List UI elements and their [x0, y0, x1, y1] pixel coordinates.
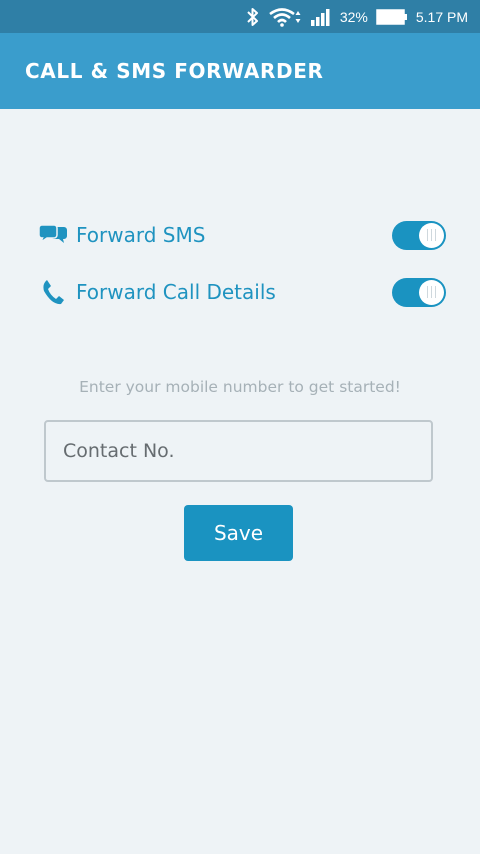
wifi-icon — [268, 7, 302, 27]
phone-icon — [38, 278, 68, 306]
battery-icon — [376, 8, 408, 25]
status-time: 5.17 PM — [415, 8, 468, 25]
forward-sms-toggle[interactable] — [392, 220, 446, 250]
chat-bubbles-icon — [38, 221, 68, 249]
grip-icon — [427, 286, 436, 298]
grip-icon — [427, 229, 436, 241]
contact-number-input[interactable] — [44, 420, 433, 482]
bluetooth-icon — [246, 7, 260, 27]
app-title: CALL & SMS FORWARDER — [25, 59, 324, 83]
signal-icon — [310, 8, 332, 26]
forward-sms-label: Forward SMS — [76, 223, 206, 247]
save-button[interactable]: Save — [184, 505, 293, 561]
hint-text: Enter your mobile number to get started! — [79, 378, 401, 396]
app-bar: CALL & SMS FORWARDER — [0, 33, 480, 109]
forward-call-toggle[interactable] — [392, 277, 446, 307]
forward-call-row: Forward Call Details — [38, 272, 448, 312]
toggle-knob — [419, 279, 444, 305]
battery-percent: 32% — [339, 8, 368, 25]
forward-call-label: Forward Call Details — [76, 280, 276, 304]
status-bar: 32% 5.17 PM — [0, 0, 480, 33]
forward-sms-row: Forward SMS — [38, 215, 448, 255]
toggle-knob — [419, 222, 444, 248]
